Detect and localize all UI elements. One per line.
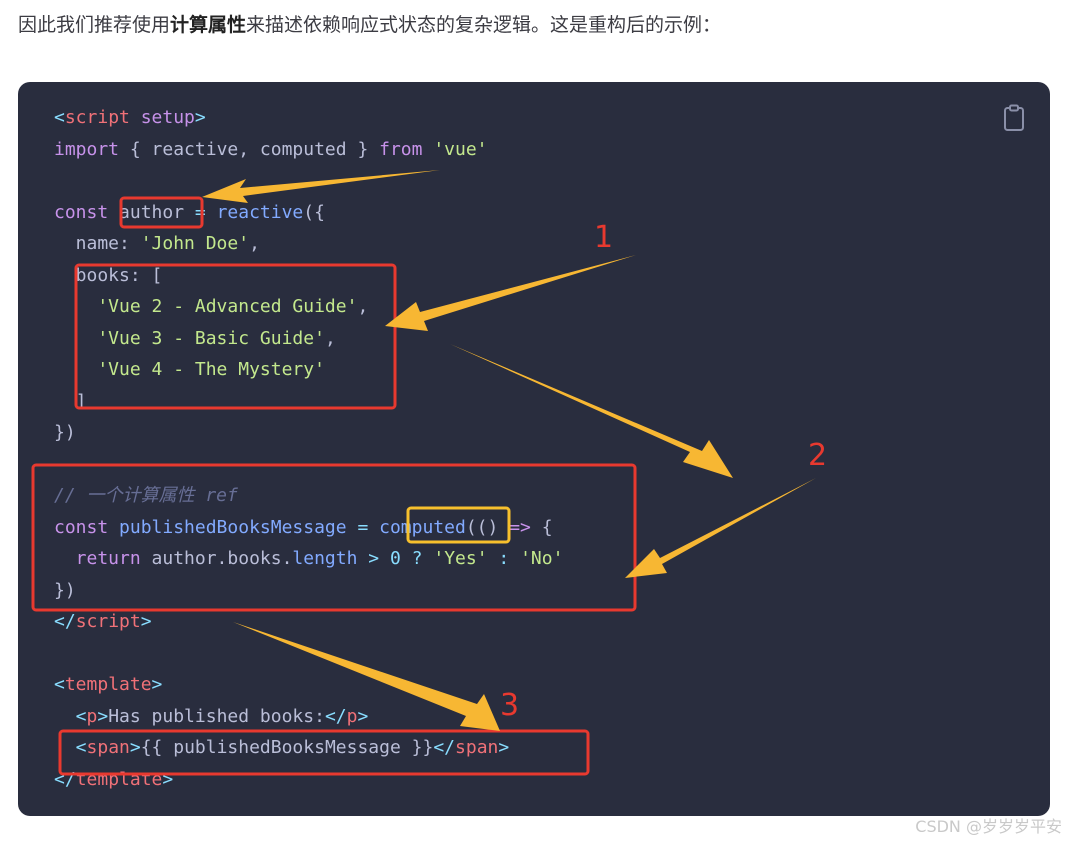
keyword: return — [54, 548, 141, 569]
object-key: books: [ — [54, 264, 163, 286]
string: 'Yes' — [422, 548, 488, 569]
tag-name: script — [75, 611, 141, 632]
code-text: , — [324, 327, 336, 349]
tag-bracket: > — [140, 611, 152, 632]
tag-bracket: > — [97, 705, 109, 727]
operator: ? — [400, 548, 423, 569]
intro-text-after: 来描述依赖响应式状态的复杂逻辑。这是重构后的示例： — [246, 14, 722, 36]
function-name: reactive — [216, 201, 304, 223]
keyword: const — [54, 201, 109, 223]
tag-name: template — [75, 768, 163, 790]
tag-name: p — [346, 705, 358, 727]
annotation-label-1: 1 — [594, 220, 614, 255]
tag-name: span — [455, 737, 499, 758]
function-computed: computed — [379, 516, 466, 538]
property: length — [292, 548, 358, 569]
operator: > — [357, 548, 380, 569]
watermark: CSDN @岁岁岁平安 — [915, 817, 1062, 836]
tag-bracket: < — [54, 737, 87, 758]
string: 'Vue 4 - The Mystery' — [54, 359, 325, 380]
code-content: <script setup> import { reactive, comput… — [54, 102, 563, 795]
tag-bracket: > — [129, 737, 141, 758]
operator: : — [487, 548, 510, 569]
annotation-label-3: 3 — [500, 688, 520, 723]
variable-name: publishedBooksMessage — [108, 516, 347, 538]
number: 0 — [379, 548, 401, 569]
intro-paragraph: 因此我们推荐使用计算属性来描述依赖响应式状态的复杂逻辑。这是重构后的示例： — [18, 10, 721, 37]
tag-name: span — [86, 737, 130, 758]
tag-bracket: </ — [433, 737, 456, 758]
tag-bracket: </ — [54, 768, 76, 790]
code-text: }) — [54, 579, 76, 601]
tag-bracket: </ — [324, 705, 347, 727]
tag-bracket: > — [498, 737, 510, 758]
keyword: import — [54, 138, 120, 160]
code-text: ({ — [303, 201, 325, 223]
object-key: name: — [54, 233, 141, 254]
operator: = — [346, 516, 380, 538]
tag-bracket: > — [162, 768, 174, 790]
code-comment: // 一个计算属性 ref — [54, 485, 238, 506]
code-text: author.books. — [140, 548, 293, 569]
code-text: , — [357, 296, 369, 317]
tag-bracket: > — [194, 107, 206, 128]
tag-bracket: </ — [54, 611, 76, 632]
code-text: }) — [54, 422, 76, 443]
variable-author: author — [119, 201, 185, 223]
keyword: const — [54, 516, 109, 538]
tag-name: p — [86, 705, 98, 727]
tag-bracket: < — [54, 705, 87, 727]
tag-bracket: < — [54, 674, 65, 695]
tag-bracket: < — [54, 107, 65, 128]
code-block: <script setup> import { reactive, comput… — [18, 82, 1050, 816]
template-text: Has published books: — [108, 705, 325, 727]
operator: => — [509, 516, 531, 538]
keyword: from — [379, 138, 423, 160]
string: 'John Doe' — [140, 233, 250, 254]
code-text: , — [249, 233, 260, 254]
string: 'Vue 3 - Basic Guide' — [54, 327, 325, 349]
tag-bracket: > — [357, 705, 369, 727]
code-text: { — [530, 516, 553, 538]
code-text: { reactive, computed } — [119, 138, 380, 160]
code-text: ] — [54, 390, 87, 412]
intro-text-before: 因此我们推荐使用 — [18, 14, 171, 36]
code-text: (() — [465, 516, 510, 538]
template-text: {{ publishedBooksMessage }} — [140, 737, 434, 758]
string: 'Vue 2 - Advanced Guide' — [54, 296, 358, 317]
tag-name: script — [64, 107, 130, 128]
tag-name: template — [64, 674, 152, 695]
string: 'No' — [509, 548, 564, 569]
attr-name: setup — [129, 107, 195, 128]
annotation-label-2: 2 — [808, 438, 828, 473]
intro-bold-term: 计算属性 — [170, 14, 247, 36]
tag-bracket: > — [151, 674, 163, 695]
operator: = — [184, 201, 217, 223]
clipboard-icon[interactable] — [1002, 104, 1026, 132]
string: 'vue' — [422, 138, 488, 160]
